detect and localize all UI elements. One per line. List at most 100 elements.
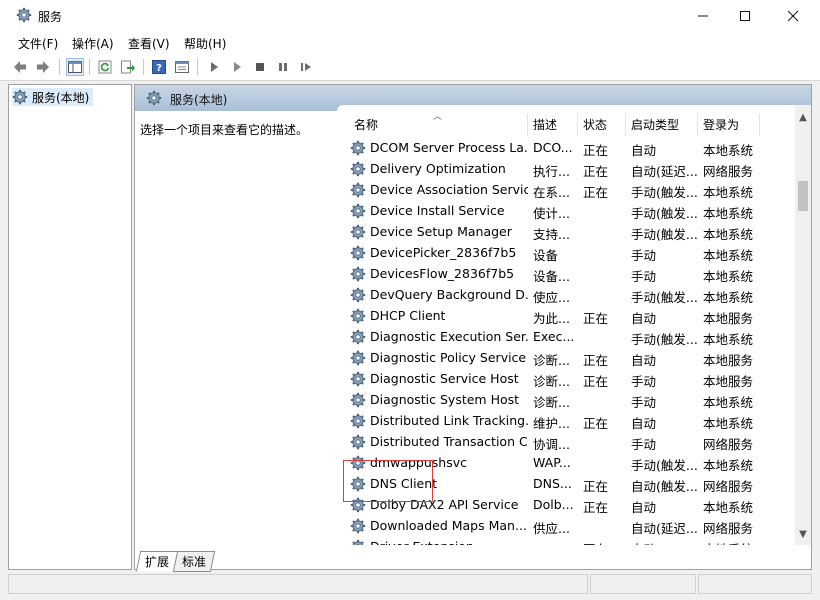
service-logon-as: 本地系统	[703, 458, 754, 473]
column-header-description[interactable]: 描述	[533, 114, 573, 136]
service-name: dmwappushsvc	[370, 455, 468, 470]
start-service-button[interactable]	[205, 58, 223, 76]
service-description: WAP...	[533, 455, 571, 470]
service-description: 诊断...	[533, 374, 570, 389]
service-startup-type: 手动	[631, 395, 657, 410]
service-startup-type: 自动	[631, 353, 657, 368]
stop-service-button[interactable]	[251, 58, 269, 76]
service-startup-type: 手动(触发...	[631, 332, 698, 347]
scroll-up-icon[interactable]: ▲	[795, 112, 811, 126]
column-separator[interactable]	[759, 114, 760, 136]
column-separator[interactable]	[625, 114, 626, 136]
start-service-alt-button[interactable]	[228, 58, 246, 76]
column-separator[interactable]	[577, 114, 578, 136]
column-header-name[interactable]: 名称	[354, 114, 524, 136]
arrow-right-icon	[37, 61, 49, 73]
menu-help[interactable]: 帮助(H)	[184, 35, 226, 52]
service-description: 设备	[533, 248, 559, 263]
table-row[interactable]: Delivery Optimization 执行... 正在 自动(延迟... 网络服务	[337, 159, 795, 180]
refresh-button[interactable]	[96, 58, 114, 76]
toolbar-separator	[143, 59, 144, 75]
table-row[interactable]: Device Setup Manager 支持... 手动(触发... 本地系统	[337, 222, 795, 243]
table-row[interactable]: Distributed Link Tracking... 维护... 正在 自动 本地系…	[337, 411, 795, 432]
tab-extended[interactable]: 扩展	[135, 551, 179, 572]
column-header-logon-as[interactable]: 登录为	[703, 114, 763, 136]
service-startup-type: 自动	[631, 500, 657, 515]
service-name: Driver Extension	[370, 539, 528, 545]
service-status: 正在	[583, 416, 609, 431]
scroll-down-icon[interactable]: ▼	[795, 529, 811, 543]
table-row[interactable]: DCOM Server Process La... DCO... 正在 自动 本地系统	[337, 138, 795, 159]
scroll-thumb[interactable]	[798, 181, 808, 211]
view-tabs: 扩展 标准	[135, 549, 811, 572]
table-row[interactable]: Device Association Service 在系... 正在 手动(触发..…	[337, 180, 795, 201]
gear-icon	[350, 413, 366, 429]
tree-item-services-local[interactable]: 服务(本地)	[12, 88, 94, 106]
help-button[interactable]: ?	[150, 58, 168, 76]
column-separator[interactable]	[527, 114, 528, 136]
back-button[interactable]	[11, 58, 29, 76]
table-row[interactable]: DevicePicker_2836f7b5 设备 手动 本地系统	[337, 243, 795, 264]
maximize-button[interactable]	[722, 0, 768, 32]
menu-view[interactable]: 查看(V)	[128, 35, 170, 52]
background-window-edge	[812, 250, 820, 550]
table-row[interactable]: Diagnostic Service Host 诊断... 正在 手动 本地服务	[337, 369, 795, 390]
restart-service-button[interactable]	[297, 58, 315, 76]
table-row[interactable]: DevQuery Background D... 使应... 手动(触发... 本地系…	[337, 285, 795, 306]
tab-standard[interactable]: 标准	[172, 551, 216, 572]
service-status: 正在	[583, 500, 609, 515]
title-bar: 服务	[0, 0, 820, 32]
service-startup-type: 手动(触发...	[631, 227, 698, 242]
column-separator[interactable]	[697, 114, 698, 136]
table-row[interactable]: Diagnostic Execution Ser... Exec... 手动(触发.…	[337, 327, 795, 348]
toolbar-separator	[59, 59, 60, 75]
service-status: 正在	[583, 479, 609, 494]
properties-button[interactable]	[173, 58, 191, 76]
menu-action[interactable]: 操作(A)	[72, 35, 114, 52]
service-logon-as: 网络服务	[703, 521, 754, 536]
table-row[interactable]: DHCP Client 为此... 正在 自动 本地服务	[337, 306, 795, 327]
gear-icon	[12, 89, 28, 105]
services-list: ︿ 名称 描述 状态 启动类型 登录为 DCOM Server Process …	[337, 105, 811, 545]
table-row[interactable]: Diagnostic Policy Service 诊断... 正在 自动 本地服务	[337, 348, 795, 369]
table-row[interactable]: DNS Client DNS... 正在 自动(触发... 网络服务	[337, 474, 795, 495]
table-row[interactable]: Diagnostic System Host 诊断... 手动 本地系统	[337, 390, 795, 411]
service-description: 设备...	[533, 269, 570, 284]
table-row[interactable]: Device Install Service 使计... 手动(触发... 本地系统	[337, 201, 795, 222]
service-status: 正在	[583, 353, 609, 368]
table-row[interactable]: Downloaded Maps Man... 供应... 自动(延迟... 网络服务	[337, 516, 795, 537]
close-button[interactable]	[770, 0, 816, 32]
service-name: DevicePicker_2836f7b5	[370, 245, 517, 260]
table-row[interactable]: Driver Extension 正在自动本地系统	[337, 537, 795, 545]
service-name: Diagnostic Service Host	[370, 371, 519, 386]
gear-icon	[16, 7, 32, 23]
export-button[interactable]	[119, 58, 137, 76]
pause-service-button[interactable]	[274, 58, 292, 76]
console-tree-button[interactable]	[66, 58, 84, 76]
minimize-button[interactable]	[680, 0, 726, 32]
maximize-icon	[740, 11, 750, 21]
service-startup-type: 自动	[631, 311, 657, 326]
table-row[interactable]: DevicesFlow_2836f7b5 设备... 手动 本地系统	[337, 264, 795, 285]
gear-icon	[146, 90, 162, 106]
forward-button[interactable]	[34, 58, 52, 76]
table-row[interactable]: Dolby DAX2 API Service Dolb... 正在 自动 本地系统	[337, 495, 795, 516]
service-startup-type: 手动(触发...	[631, 458, 698, 473]
toolbar: ?	[0, 54, 820, 81]
service-description: DCO...	[533, 140, 573, 155]
service-description: 诊断...	[533, 395, 570, 410]
service-logon-as: 本地服务	[703, 374, 754, 389]
menu-file[interactable]: 文件(F)	[18, 35, 58, 52]
service-status: 正在	[583, 143, 609, 158]
column-header-status[interactable]: 状态	[583, 114, 623, 136]
service-logon-as: 网络服务	[703, 437, 754, 452]
table-row[interactable]: Distributed Transaction C... 协调... 手动 网络服务	[337, 432, 795, 453]
service-logon-as: 本地服务	[703, 353, 754, 368]
service-status: 正在	[583, 374, 609, 389]
window-title: 服务	[38, 10, 63, 24]
column-header-startup-type[interactable]: 启动类型	[631, 114, 697, 136]
gear-icon	[350, 476, 366, 492]
service-logon-as: 本地服务	[703, 311, 754, 326]
table-row[interactable]: dmwappushsvc WAP... 手动(触发... 本地系统	[337, 453, 795, 474]
vertical-scrollbar[interactable]: ▲ ▼	[795, 105, 811, 545]
